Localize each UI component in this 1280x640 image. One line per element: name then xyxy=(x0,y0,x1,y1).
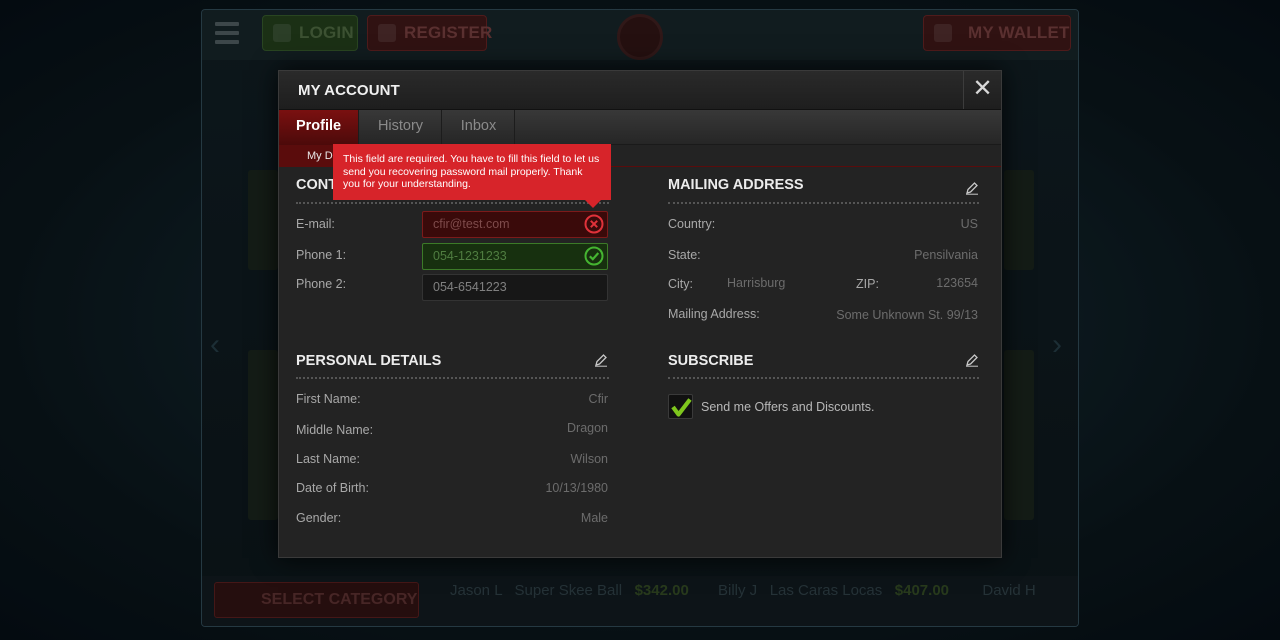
city-value: Harrisburg xyxy=(727,276,786,290)
checkmark-icon xyxy=(671,398,692,417)
modal-title: MY ACCOUNT xyxy=(298,82,400,99)
offers-label[interactable]: Send me Offers and Discounts. xyxy=(701,400,874,414)
phone2-label: Phone 2: xyxy=(296,277,347,291)
last-name-value: Wilson xyxy=(570,452,608,466)
account-tabs: Profile History Inbox xyxy=(279,110,1001,145)
city-label: City: xyxy=(668,277,693,291)
middle-name-label: Middle Name: xyxy=(296,423,374,437)
state-value: Pensilvania xyxy=(914,248,978,262)
zip-value: 123654 xyxy=(936,276,978,290)
email-value: cfir@test.com xyxy=(433,217,510,231)
dob-value: 10/13/1980 xyxy=(545,481,608,495)
dob-label: Date of Birth: xyxy=(296,481,369,495)
divider xyxy=(296,377,609,379)
last-name-label: Last Name: xyxy=(296,452,360,466)
email-field[interactable]: cfir@test.com xyxy=(422,211,608,238)
middle-name-value: Dragon xyxy=(567,421,608,435)
subscribe-section-title: SUBSCRIBE xyxy=(668,353,754,369)
tab-inbox[interactable]: Inbox xyxy=(443,110,515,145)
edit-mailing-pencil-icon[interactable] xyxy=(965,181,979,195)
state-label: State: xyxy=(668,248,701,262)
zip-label: ZIP: xyxy=(856,277,879,291)
offers-checkbox[interactable] xyxy=(668,394,693,419)
valid-check-icon xyxy=(584,246,604,266)
country-value: US xyxy=(960,217,978,231)
modal-header: MY ACCOUNT ✕ xyxy=(279,71,1001,110)
error-icon xyxy=(584,214,604,234)
edit-personal-pencil-icon[interactable] xyxy=(594,353,608,367)
phone1-field[interactable]: 054-1231233 xyxy=(422,243,608,270)
phone1-label: Phone 1: xyxy=(296,248,347,262)
mailing-address-value: Some Unknown St. 99/13 xyxy=(836,308,978,322)
edit-subscribe-pencil-icon[interactable] xyxy=(965,353,979,367)
my-account-modal: MY ACCOUNT ✕ Profile History Inbox My D … xyxy=(278,70,1002,558)
divider xyxy=(668,377,979,379)
country-label: Country: xyxy=(668,217,716,231)
phone2-value: 054-6541223 xyxy=(433,280,507,294)
validation-tooltip: This field are required. You have to fil… xyxy=(333,144,611,208)
first-name-value: Cfir xyxy=(588,392,608,406)
mailing-address-label: Mailing Address: xyxy=(668,307,760,321)
gender-value: Male xyxy=(580,511,608,525)
first-name-label: First Name: xyxy=(296,392,361,406)
tab-profile[interactable]: Profile xyxy=(279,110,359,145)
close-icon[interactable]: ✕ xyxy=(963,71,1001,109)
phone2-field[interactable]: 054-6541223 xyxy=(422,274,608,301)
contact-section-title: CONT xyxy=(296,177,338,193)
personal-section-title: PERSONAL DETAILS xyxy=(296,353,442,369)
mailing-section-title: MAILING ADDRESS xyxy=(668,177,804,193)
gender-label: Gender: xyxy=(296,511,342,525)
tab-history[interactable]: History xyxy=(360,110,442,145)
divider xyxy=(296,202,609,204)
email-label: E-mail: xyxy=(296,217,335,231)
divider xyxy=(668,202,979,204)
phone1-value: 054-1231233 xyxy=(433,249,507,263)
